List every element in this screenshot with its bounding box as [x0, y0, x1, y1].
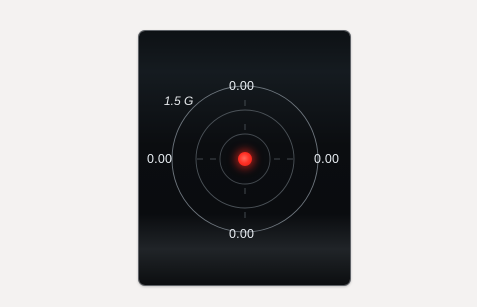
g-force-indicator-dot — [238, 152, 252, 166]
bottom-readout: 0.00 — [229, 227, 255, 241]
g-force-panel: 1.5 G 0.00 0.00 0.00 0.00 — [139, 31, 350, 285]
right-readout: 0.00 — [314, 152, 340, 166]
scale-label: 1.5 G — [164, 94, 194, 108]
top-readout: 0.00 — [229, 79, 255, 93]
left-readout: 0.00 — [147, 152, 173, 166]
